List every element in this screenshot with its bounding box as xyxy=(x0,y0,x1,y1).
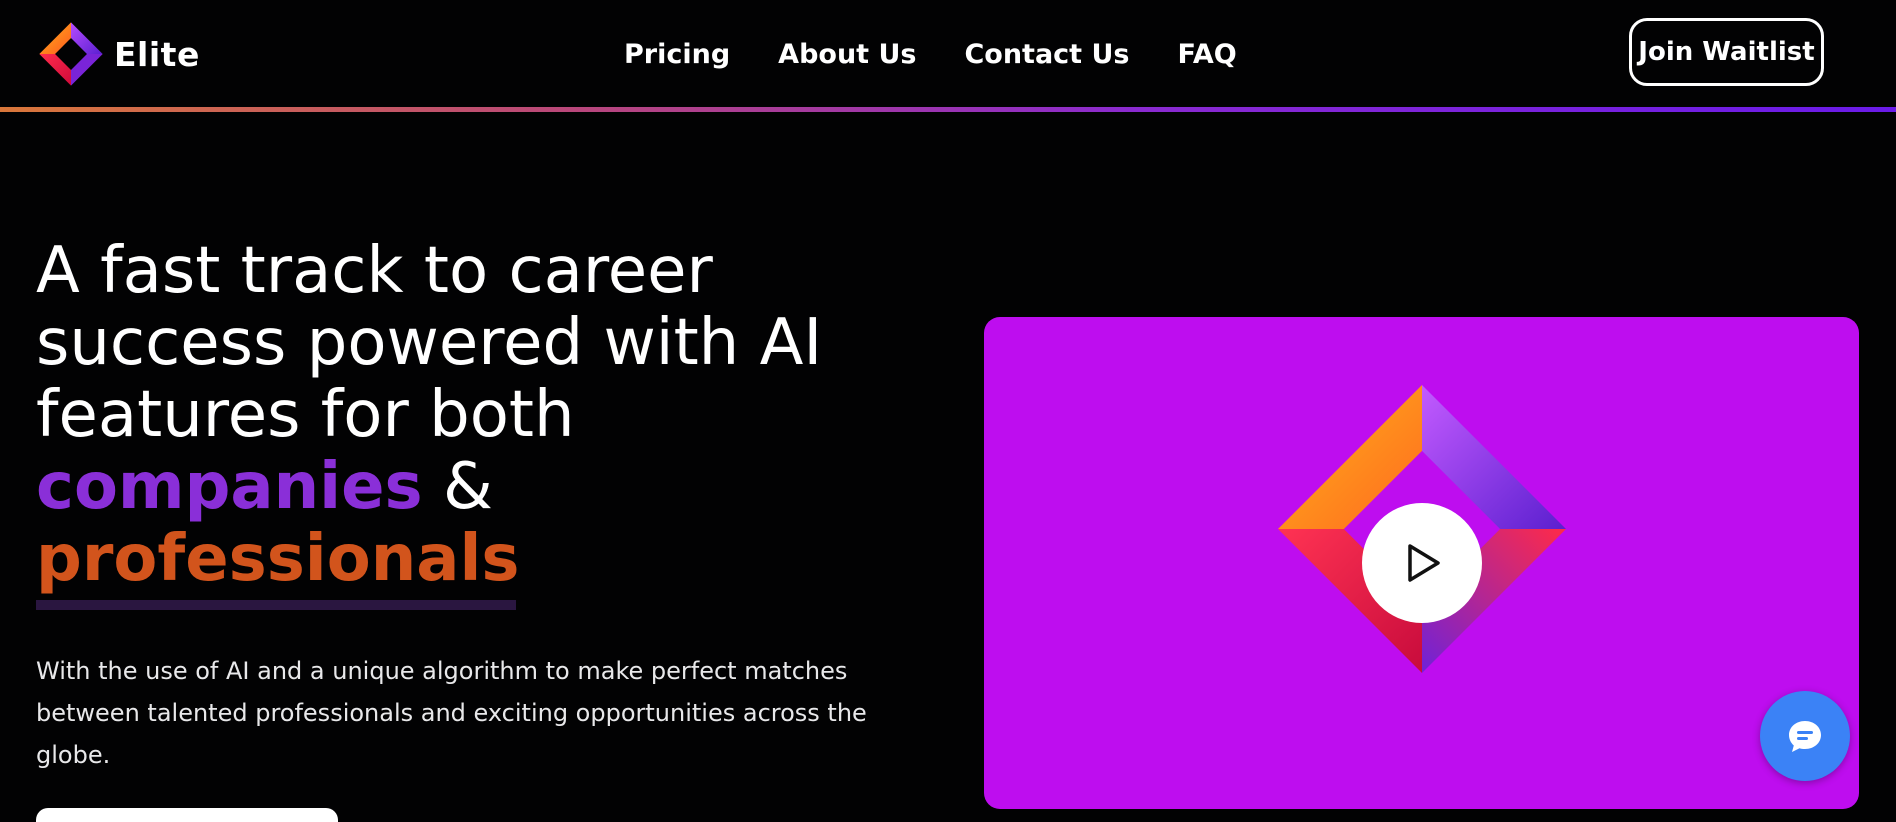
highlight-companies: companies xyxy=(36,450,423,524)
header-gradient-divider xyxy=(0,107,1896,112)
intro-video-panel[interactable] xyxy=(984,317,1859,809)
nav-pricing-link[interactable]: Pricing xyxy=(624,39,730,70)
site-header: Elite Pricing About Us Contact Us FAQ Jo… xyxy=(0,0,1896,112)
diamond-logo-icon xyxy=(39,22,103,86)
hero-description: With the use of AI and a unique algorith… xyxy=(36,657,867,769)
highlight-professionals: professionals xyxy=(36,522,520,596)
chat-widget-button[interactable] xyxy=(1760,691,1850,781)
play-icon xyxy=(1408,544,1440,582)
main-nav: Pricing About Us Contact Us FAQ xyxy=(624,36,1237,72)
brand-logo-link[interactable]: Elite xyxy=(38,20,200,88)
landing-page: Elite Pricing About Us Contact Us FAQ Jo… xyxy=(0,0,1896,822)
headline-ampersand: & xyxy=(422,450,493,524)
hero-headline: A fast track to career success powered w… xyxy=(36,235,936,595)
hero-headline-line-1: A fast track to career xyxy=(36,234,713,308)
join-waitlist-button[interactable]: Join Waitlist xyxy=(1629,18,1824,86)
brand-name: Elite xyxy=(114,34,200,74)
nav-faq-link[interactable]: FAQ xyxy=(1178,39,1237,70)
play-video-button[interactable] xyxy=(1362,503,1482,623)
nav-about-us-link[interactable]: About Us xyxy=(778,39,916,70)
chat-bubble-icon xyxy=(1789,721,1821,752)
headline-underline xyxy=(36,600,516,610)
hero-cta-button[interactable] xyxy=(36,808,338,822)
nav-contact-us-link[interactable]: Contact Us xyxy=(964,39,1129,70)
hero-headline-line-2: success powered with AI xyxy=(36,306,823,380)
hero-headline-line-4: companies & xyxy=(36,451,936,523)
hero-headline-line-3: features for both xyxy=(36,378,575,452)
